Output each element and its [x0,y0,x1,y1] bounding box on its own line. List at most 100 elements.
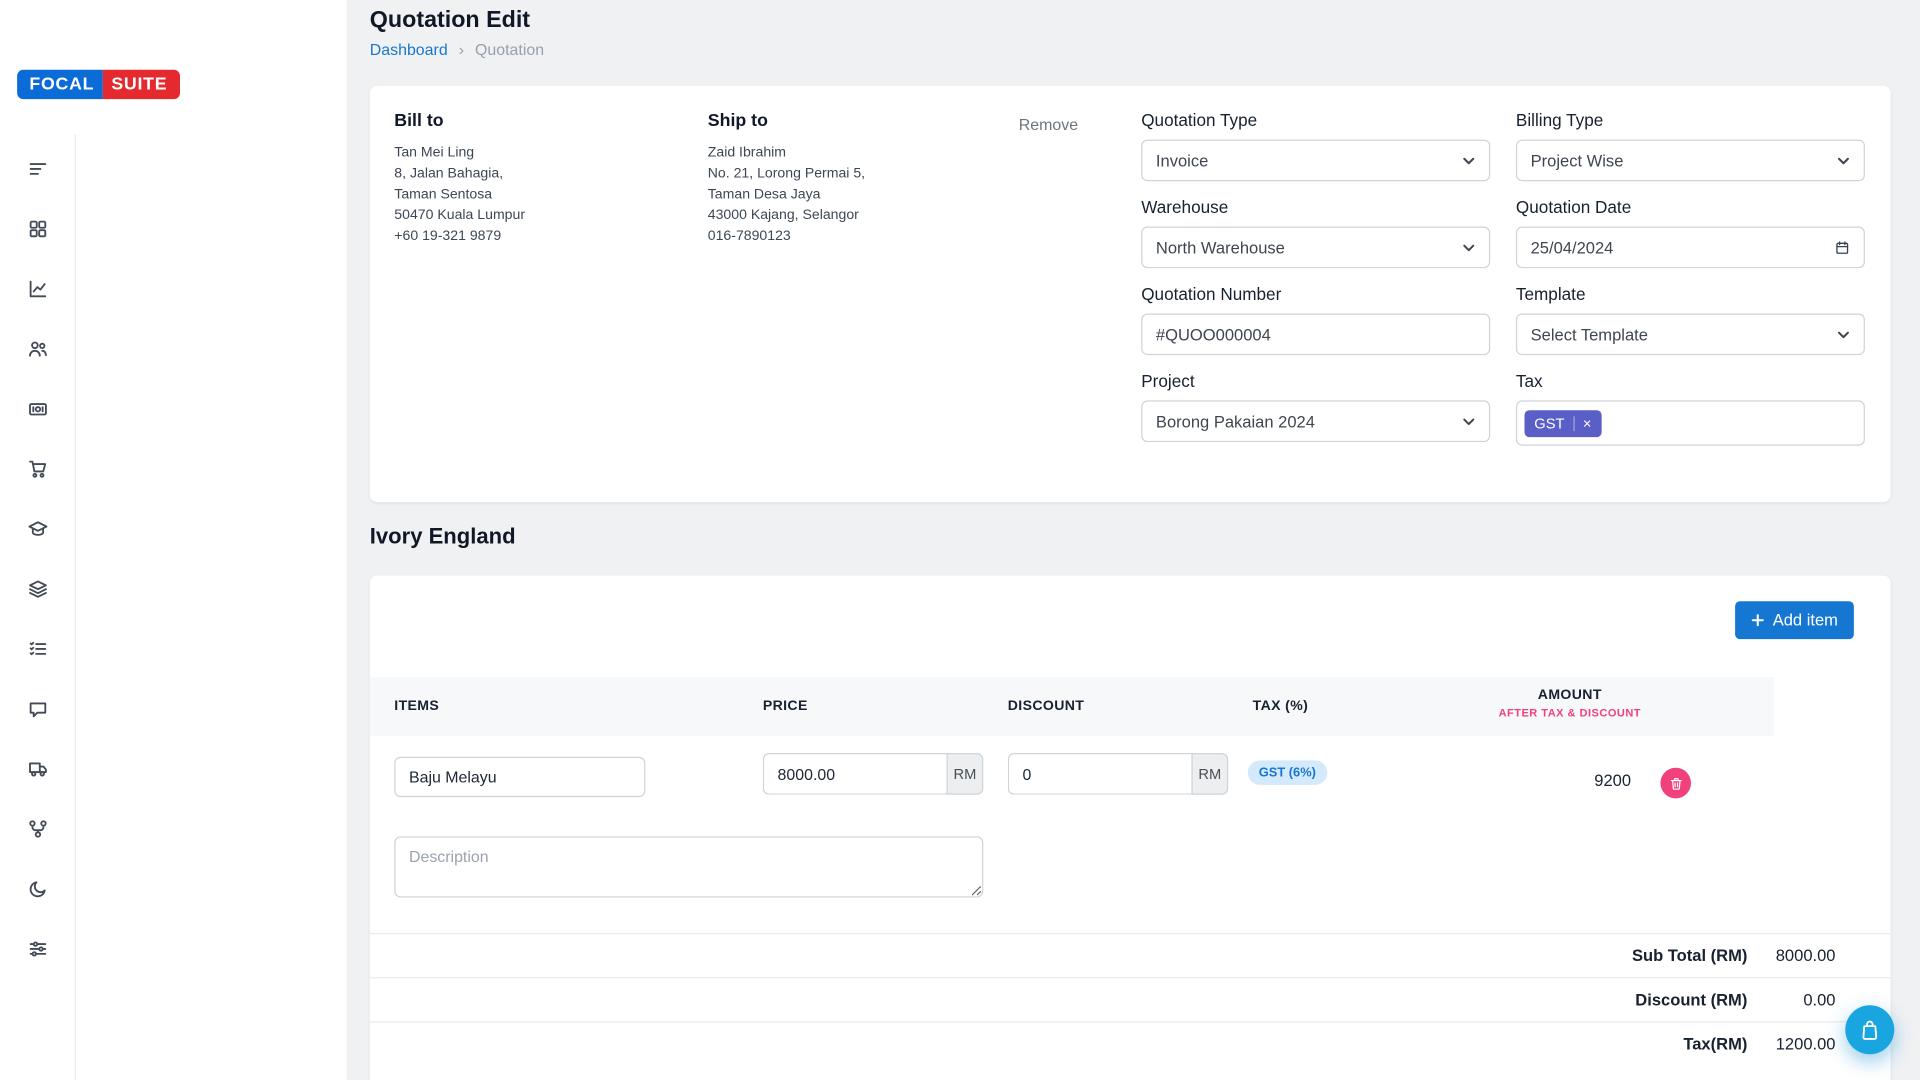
bill-to-line: 8, Jalan Bahagia, [394,164,525,185]
quotation-number-input[interactable] [1141,313,1490,355]
quotation-form: Quotation Type Invoice Billing Type Proj… [1141,110,1865,446]
quotation-details-card: Bill to Tan Mei Ling 8, Jalan Bahagia, T… [370,86,1891,502]
discount-input[interactable] [1008,753,1192,795]
sidebar: FOCAL SUITE [0,0,347,1080]
discount-input-group: RM [1008,753,1228,795]
chat-icon[interactable] [25,697,49,721]
cart-fab-button[interactable] [1845,1005,1894,1054]
dashboard-grid-icon[interactable] [25,217,49,241]
price-input-group: RM [763,753,983,795]
price-currency-suffix: RM [947,753,984,795]
item-name-input[interactable] [394,757,645,797]
breadcrumb-current: Quotation [475,40,544,58]
tax-total-row: Tax(RM) 1200.00 [370,1021,1891,1065]
task-list-icon[interactable] [25,637,49,661]
ship-to-line: 43000 Kajang, Selangor [708,206,865,227]
quotation-date-label: Quotation Date [1516,197,1865,217]
quotation-date-input[interactable]: 25/04/2024 [1516,227,1865,269]
tax-label: Tax [1516,371,1865,391]
bill-to-line: Tan Mei Ling [394,143,525,164]
tax-total-label: Tax(RM) [1683,1035,1747,1053]
price-input[interactable] [763,753,947,795]
add-item-label: Add item [1773,611,1838,629]
calendar-icon [1834,239,1850,255]
add-item-button[interactable]: Add item [1735,601,1854,639]
quotation-number-field: Quotation Number [1141,284,1490,355]
bill-to-line: +60 19-321 9879 [394,227,525,248]
ship-to-line: 016-7890123 [708,227,865,248]
finance-cash-icon[interactable] [25,397,49,421]
totals-block: Sub Total (RM) 8000.00 Discount (RM) 0.0… [370,933,1891,1065]
ship-to-heading: Ship to [708,111,865,131]
remove-address-button[interactable]: Remove [1019,115,1078,133]
breadcrumb-dashboard-link[interactable]: Dashboard [370,40,448,58]
col-amount: AMOUNT AFTER TAX & DISCOUNT [1447,688,1692,719]
graduation-cap-icon[interactable] [25,517,49,541]
template-label: Template [1516,284,1865,304]
bill-to-heading: Bill to [394,111,525,131]
col-discount: DISCOUNT [1008,677,1084,736]
quotation-number-label: Quotation Number [1141,284,1490,304]
tax-field: Tax GST × [1516,371,1865,446]
discount-currency-suffix: RM [1191,753,1228,795]
discount-total-value: 0.00 [1747,991,1835,1009]
brand-logo-primary: FOCAL [17,70,103,99]
warehouse-select[interactable]: North Warehouse [1141,227,1490,269]
tax-chip-gst: GST × [1524,410,1601,437]
chevron-down-icon [1462,414,1475,427]
billing-type-value: Project Wise [1531,151,1624,169]
billing-type-select[interactable]: Project Wise [1516,140,1865,182]
warehouse-label: Warehouse [1141,197,1490,217]
remove-tax-icon[interactable]: × [1583,416,1592,431]
ship-to-line: Taman Desa Jaya [708,185,865,206]
item-description-textarea[interactable] [394,836,983,897]
bill-to-block: Bill to Tan Mei Ling 8, Jalan Bahagia, T… [394,111,525,247]
subtotal-row: Sub Total (RM) 8000.00 [370,933,1891,977]
plus-icon [1751,613,1764,626]
tax-total-value: 1200.00 [1747,1035,1835,1053]
subtotal-value: 8000.00 [1747,947,1835,965]
template-select[interactable]: Select Template [1516,313,1865,355]
template-value: Select Template [1531,325,1648,343]
users-icon[interactable] [25,337,49,361]
brand-logo: FOCAL SUITE [17,70,179,99]
row-tax-badge: GST (6%) [1248,760,1327,784]
ship-to-line: Zaid Ibrahim [708,143,865,164]
bill-to-line: 50470 Kuala Lumpur [394,206,525,227]
layers-icon[interactable] [25,577,49,601]
delivery-truck-icon[interactable] [25,757,49,781]
quotation-type-label: Quotation Type [1141,110,1490,130]
shopping-cart-icon[interactable] [25,457,49,481]
breadcrumb-separator: › [459,40,464,58]
template-field: Template Select Template [1516,284,1865,355]
tax-chip-text: GST [1534,414,1564,431]
app-window: FOCAL SUITE [0,0,1920,1080]
trash-icon [1668,776,1683,791]
brand-logo-secondary: SUITE [103,70,180,99]
project-label: Project [1141,371,1490,391]
delete-item-button[interactable] [1660,768,1691,799]
page-title: Quotation Edit [370,7,530,34]
col-price: PRICE [763,677,808,736]
sliders-icon[interactable] [25,937,49,961]
crescent-icon[interactable] [25,877,49,901]
col-amount-main: AMOUNT [1447,688,1692,703]
quotation-type-select[interactable]: Invoice [1141,140,1490,182]
bill-to-line: Taman Sentosa [394,185,525,206]
quotation-date-field: Quotation Date 25/04/2024 [1516,197,1865,268]
billing-type-label: Billing Type [1516,110,1865,130]
customer-name-heading: Ivory England [370,524,516,550]
tax-multiselect[interactable]: GST × [1516,400,1865,445]
quotation-type-field: Quotation Type Invoice [1141,110,1490,181]
warehouse-field: Warehouse North Warehouse [1141,197,1490,268]
analytics-chart-icon[interactable] [25,277,49,301]
chevron-down-icon [1462,241,1475,254]
tax-chip-divider [1573,416,1574,431]
workflow-icon[interactable] [25,817,49,841]
menu-list-icon[interactable] [25,157,49,181]
project-select[interactable]: Borong Pakaian 2024 [1141,400,1490,442]
col-tax: TAX (%) [1253,677,1309,736]
discount-total-row: Discount (RM) 0.00 [370,977,1891,1021]
shopping-bag-icon [1859,1019,1881,1041]
ship-to-line: No. 21, Lorong Permai 5, [708,164,865,185]
